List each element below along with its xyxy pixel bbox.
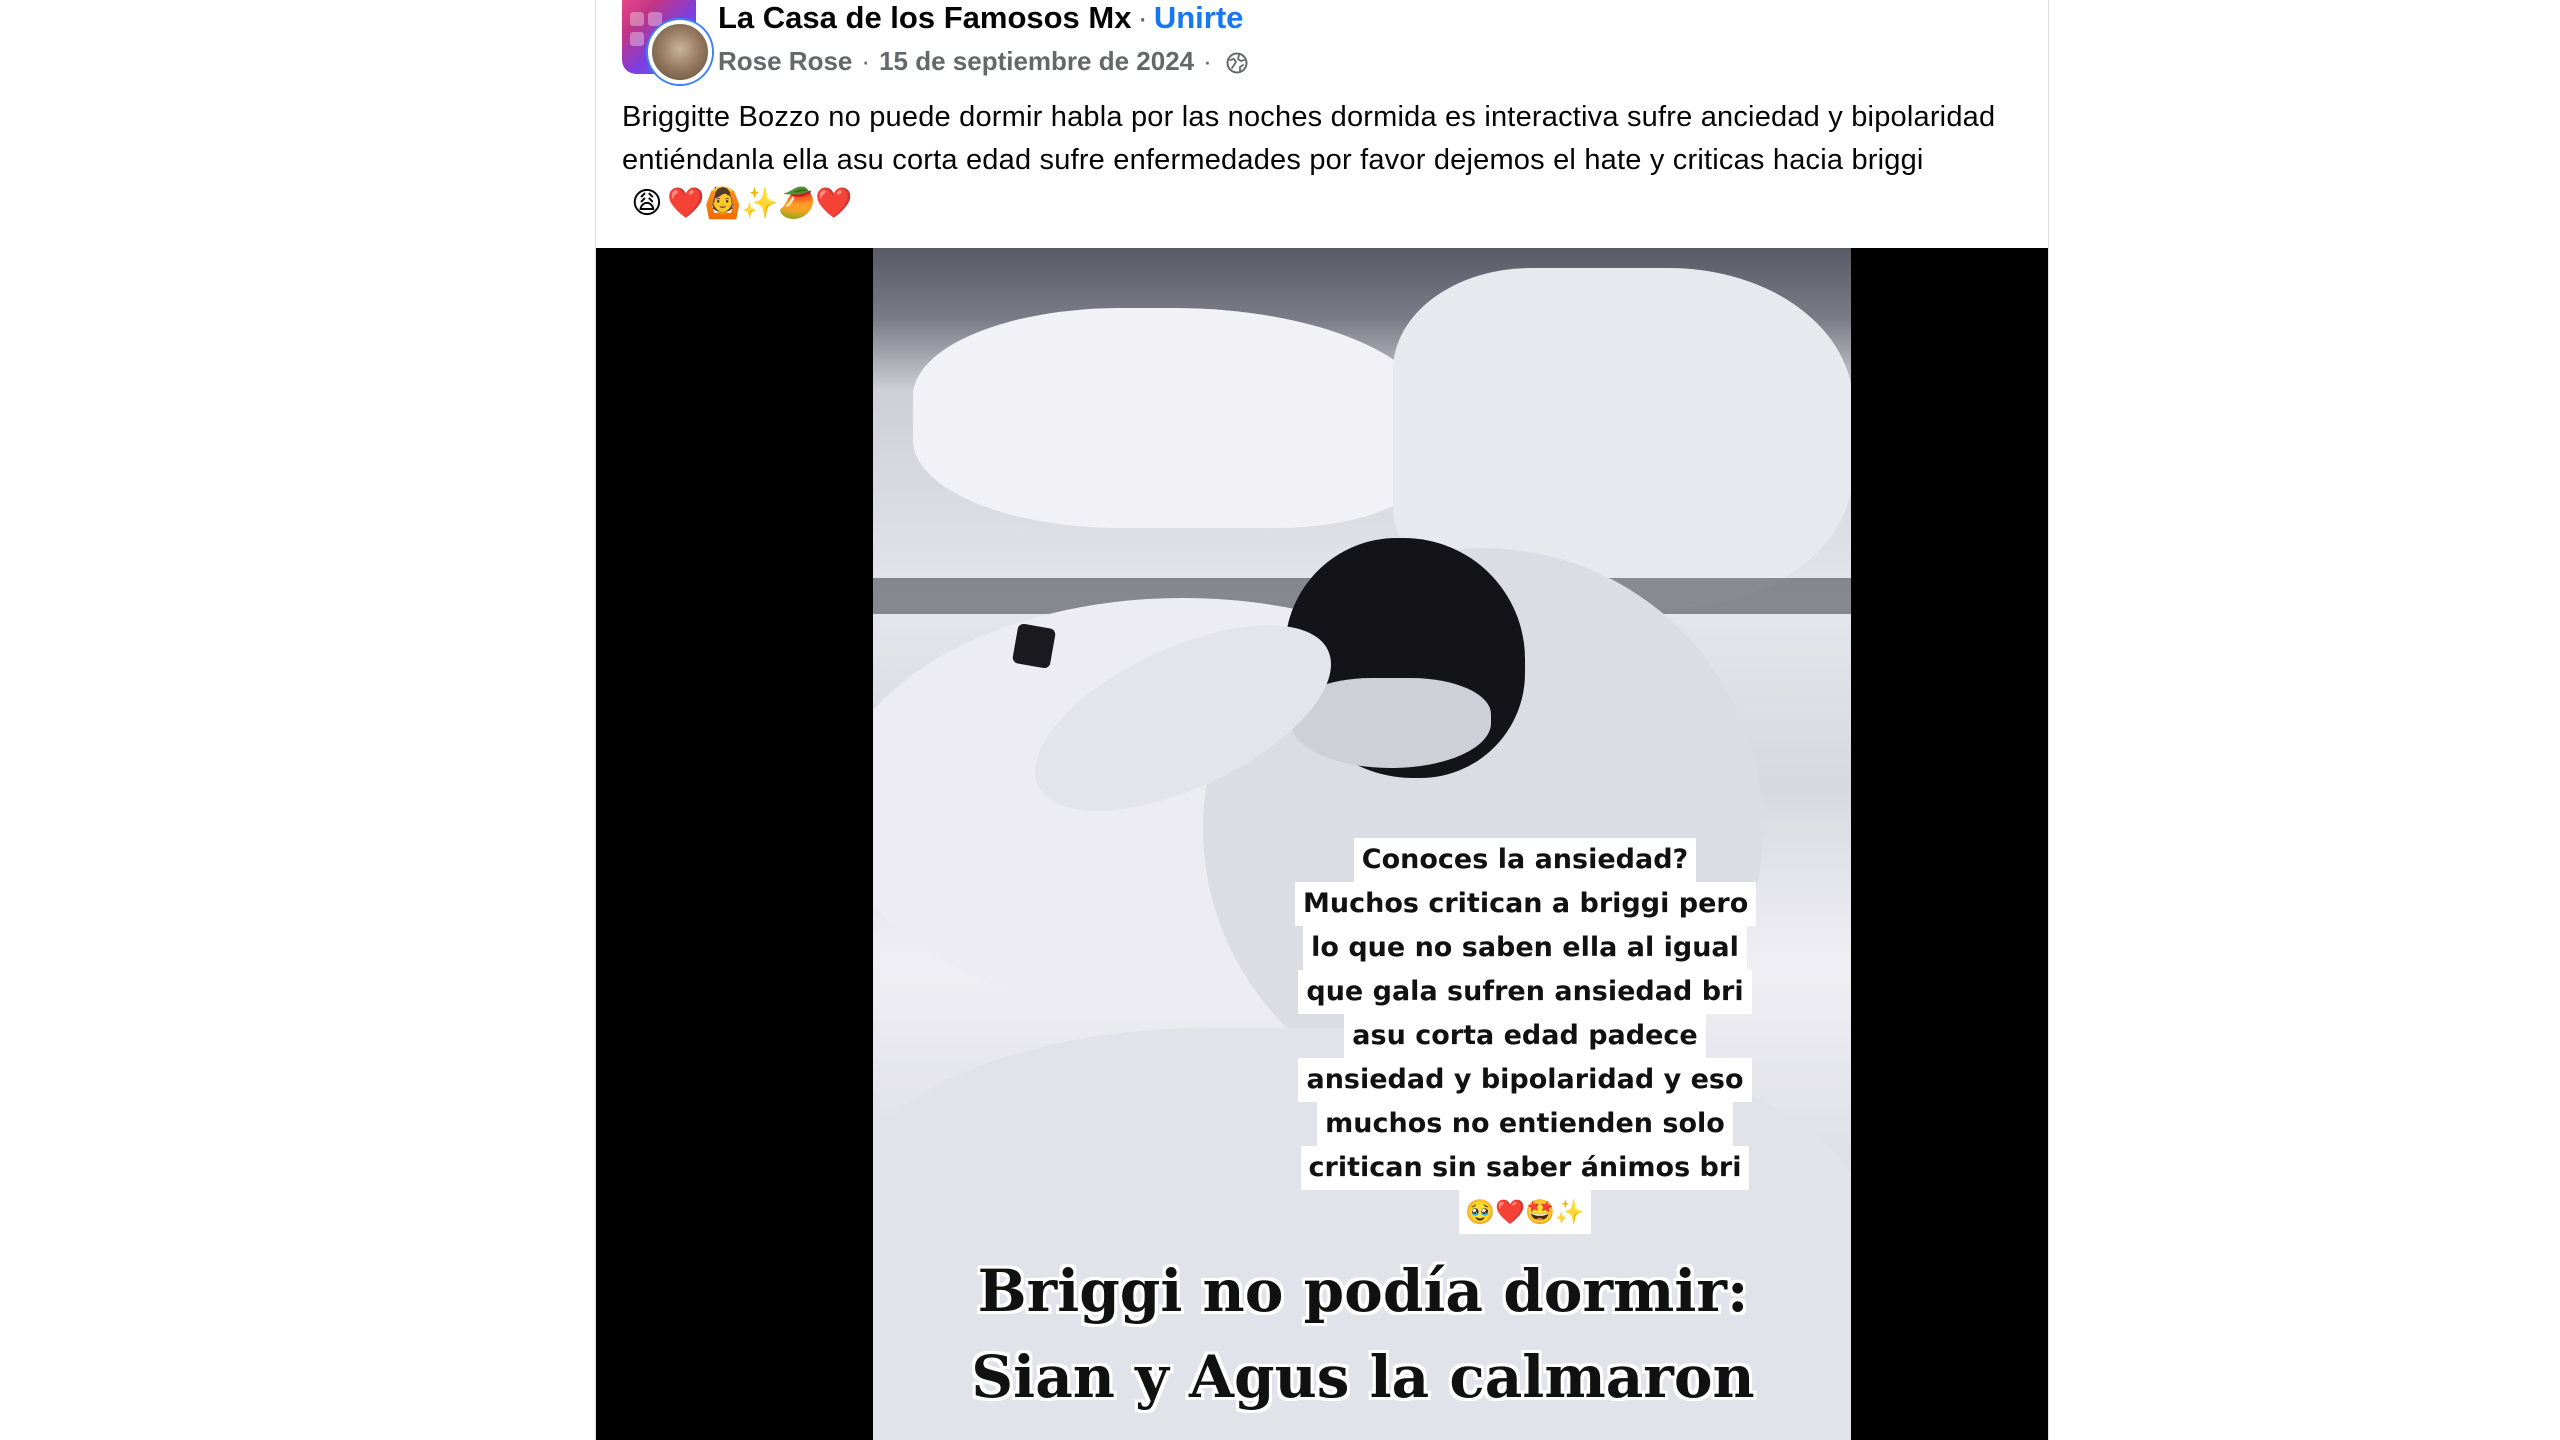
emoji: 😩: [631, 187, 663, 221]
separator: ·: [1137, 0, 1148, 35]
overlay-line: critican sin saber ánimos bri: [1300, 1146, 1750, 1190]
overlay-line: muchos no entienden solo: [1317, 1102, 1733, 1146]
video-text-overlay: Conoces la ansiedad? Muchos critican a b…: [1295, 838, 1757, 1234]
video-player[interactable]: Conoces la ansiedad? Muchos critican a b…: [596, 248, 2048, 1440]
post-header: La Casa de los Famosos Mx · Unirte Rose Ro…: [622, 0, 2022, 90]
video-frame[interactable]: Conoces la ansiedad? Muchos critican a b…: [873, 248, 1851, 1440]
small-object: [1011, 623, 1057, 669]
overlay-emojis: 🥹❤️🤩✨: [1459, 1190, 1591, 1234]
post-emojis: 😩 ❤️ 🙆 ✨ 🥭 ❤️: [630, 187, 853, 221]
emoji: 🥭: [778, 187, 816, 221]
overlay-line: asu corta edad padece: [1344, 1014, 1706, 1058]
video-caption: Briggi no podía dormir: Sian y Agus la c…: [933, 1248, 1793, 1420]
separator: ·: [1203, 46, 1212, 76]
avatar-group[interactable]: [622, 0, 712, 84]
caption-line: Sian y Agus la calmaron: [971, 1343, 1755, 1411]
overlay-line: Conoces la ansiedad?: [1353, 838, 1697, 882]
post-timestamp-link[interactable]: 15 de septiembre de 2024: [879, 44, 1194, 78]
overlay-line: ansiedad y bipolaridad y eso: [1298, 1058, 1752, 1102]
post-text: Briggitte Bozzo no puede dormir habla po…: [622, 101, 1996, 176]
author-avatar[interactable]: [648, 20, 712, 84]
overlay-line: lo que no saben ella al igual: [1303, 926, 1747, 970]
post-body: Briggitte Bozzo no puede dormir habla po…: [622, 96, 2022, 225]
emoji: 🙆: [704, 187, 742, 221]
caption-line: Briggi no podía dormir:: [977, 1257, 1749, 1325]
emoji: ❤️: [815, 187, 853, 221]
emoji: ❤️: [667, 187, 705, 221]
author-name-link[interactable]: Rose Rose: [718, 44, 852, 78]
pillow-shape: [913, 308, 1433, 528]
post-card: La Casa de los Famosos Mx · Unirte Rose Ro…: [595, 0, 2049, 1440]
join-group-button[interactable]: Unirte: [1154, 0, 1244, 35]
group-name-link[interactable]: La Casa de los Famosos Mx: [718, 0, 1131, 35]
globe-icon: [1225, 49, 1249, 74]
overlay-line: Muchos critican a briggi pero: [1295, 882, 1757, 926]
overlay-line: que gala sufren ansiedad bri: [1298, 970, 1752, 1014]
post-meta: Rose Rose · 15 de septiembre de 2024 ·: [718, 44, 1249, 78]
group-line: La Casa de los Famosos Mx · Unirte: [718, 0, 1243, 36]
emoji: ✨: [741, 187, 779, 221]
separator: ·: [861, 46, 871, 76]
